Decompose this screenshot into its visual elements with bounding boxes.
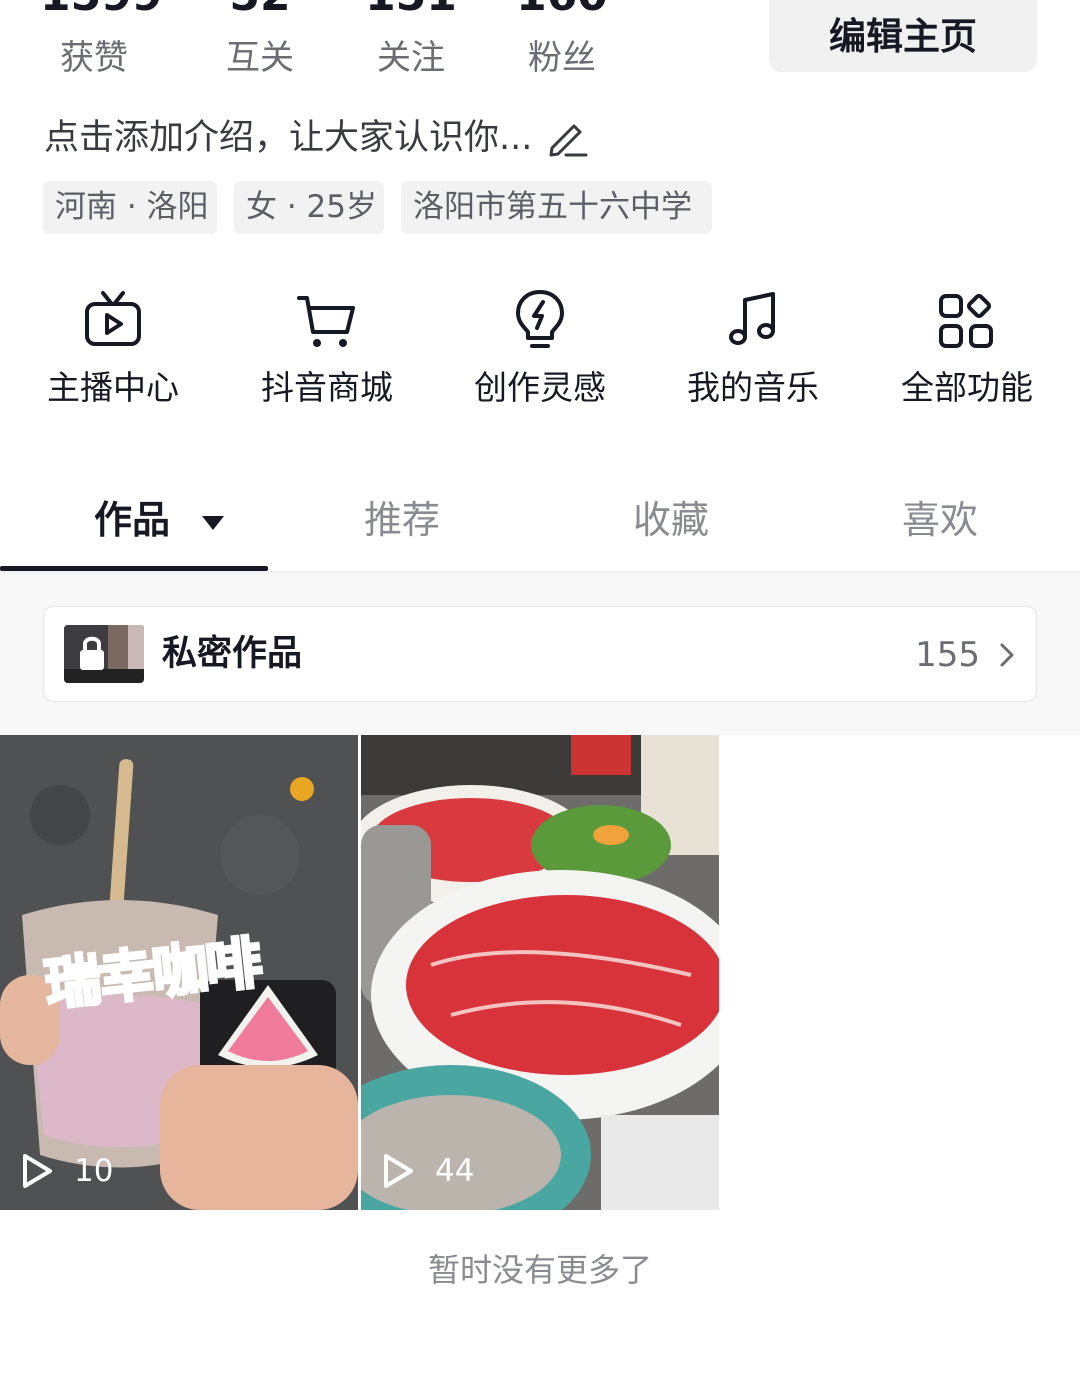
private-works-title: 私密作品 — [162, 634, 303, 674]
video-thumbnail-hotpot[interactable]: 44 — [361, 735, 719, 1210]
tag-location: 河南 · 洛阳 — [43, 181, 217, 234]
play-count: 44 — [435, 1153, 475, 1189]
stat-likes-value: 1599 — [40, 0, 162, 26]
play-icon — [23, 1154, 52, 1188]
tab-works-label: 作品 — [94, 498, 171, 542]
stat-likes-label: 获赞 — [60, 38, 128, 78]
shortcut-label: 主播中心 — [47, 368, 179, 407]
tab-recommend[interactable]: 推荐 — [364, 490, 440, 550]
play-count: 10 — [74, 1153, 114, 1189]
play-icon — [384, 1154, 413, 1188]
shortcut-label: 全部功能 — [901, 368, 1033, 407]
pencil-icon — [549, 124, 588, 157]
stat-following-label: 关注 — [377, 38, 445, 78]
private-works-count: 155 — [915, 635, 980, 675]
shortcut-all-features[interactable]: 全部功能 — [887, 288, 1047, 410]
bio-row[interactable]: 点击添加介绍，让大家认识你... — [44, 114, 588, 162]
shortcut-label: 抖音商城 — [261, 368, 393, 407]
shortcut-label: 我的音乐 — [687, 368, 819, 407]
caret-down-icon — [202, 515, 225, 530]
video-play-count: 44 — [381, 1152, 474, 1190]
bio-placeholder: 点击添加介绍，让大家认识你... — [44, 118, 533, 158]
shortcut-streamer-center[interactable]: 主播中心 — [33, 288, 193, 410]
hotpot-photo — [361, 735, 719, 1210]
shortcut-mall[interactable]: 抖音商城 — [247, 288, 407, 410]
grid-icon — [939, 293, 993, 348]
lightbulb-icon — [516, 290, 564, 348]
shortcut-my-music[interactable]: 我的音乐 — [673, 288, 833, 410]
shortcut-inspiration[interactable]: 创作灵感 — [460, 288, 620, 410]
music-note-icon — [729, 292, 775, 345]
tag-gender-age: 女 · 25岁 — [234, 181, 384, 234]
stat-following-value: 151 — [356, 0, 466, 26]
tab-favorites[interactable]: 收藏 — [633, 490, 709, 550]
stat-mutual-label: 互关 — [226, 38, 294, 78]
shortcut-label: 创作灵感 — [474, 368, 606, 407]
no-more-text: 暂时没有更多了 — [427, 1251, 652, 1289]
tab-works[interactable]: 作品 — [94, 490, 227, 550]
tag-school: 洛阳市第五十六中学 — [401, 181, 712, 234]
stat-followers-label: 粉丝 — [528, 38, 596, 78]
tab-likes[interactable]: 喜欢 — [902, 490, 978, 550]
video-play-count: 10 — [20, 1152, 113, 1190]
chevron-right-icon — [1000, 643, 1014, 667]
stat-mutual-value: 52 — [205, 0, 315, 26]
edit-profile-button[interactable]: 编辑主页 — [769, 0, 1037, 72]
cart-icon — [297, 296, 355, 347]
private-works-thumbnail — [64, 625, 144, 683]
stat-followers-value: 160 — [507, 0, 617, 26]
tv-icon — [85, 291, 141, 346]
video-thumbnail-coffee[interactable]: 瑞幸咖啡 10 — [0, 735, 358, 1210]
private-works-card[interactable]: 私密作品 155 — [43, 606, 1037, 702]
